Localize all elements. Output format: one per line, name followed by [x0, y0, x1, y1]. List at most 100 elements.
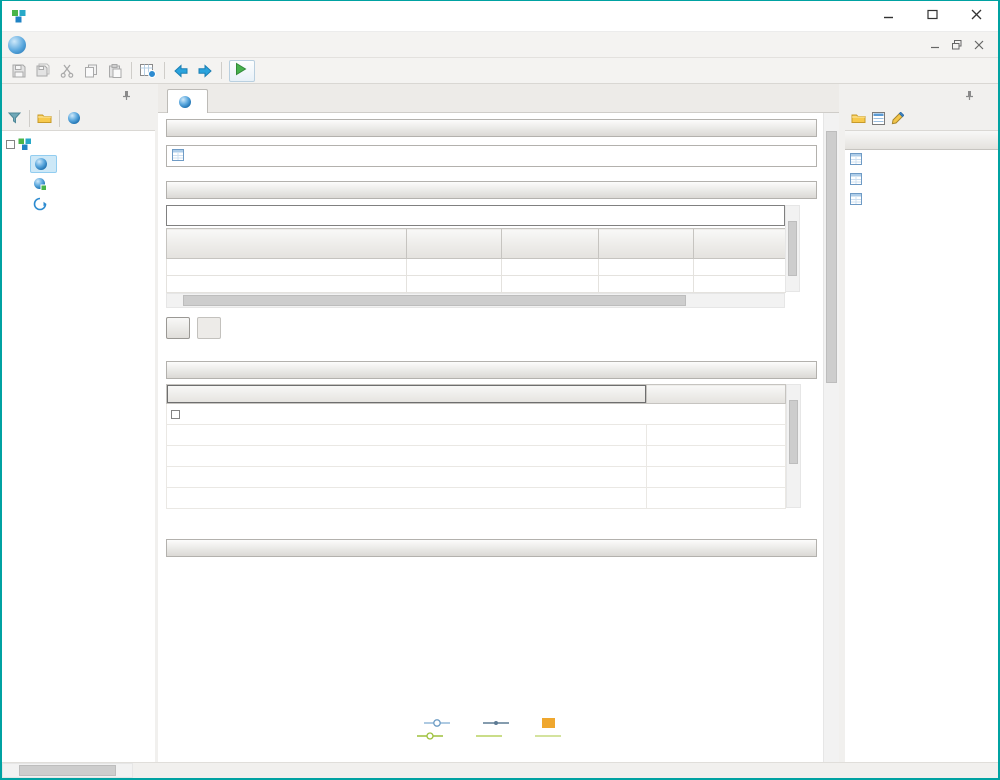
coefficients-vscrollbar[interactable] — [785, 205, 800, 292]
scenario-item-conservative[interactable] — [845, 170, 998, 190]
coef-name — [167, 259, 407, 276]
column-header[interactable] — [599, 229, 694, 259]
panel-close-icon[interactable] — [977, 87, 993, 103]
scenario-item-optimistic[interactable] — [845, 190, 998, 210]
app-menu-icon[interactable] — [8, 36, 26, 54]
scroll-thumb[interactable] — [789, 400, 798, 464]
title-bar[interactable] — [2, 1, 998, 32]
reset-coefficients-button[interactable] — [197, 317, 221, 339]
folder-button[interactable] — [34, 108, 55, 129]
table-row[interactable] — [167, 276, 786, 293]
close-button[interactable] — [954, 1, 998, 31]
list-view-icon — [872, 112, 885, 125]
scroll-right-button[interactable] — [768, 294, 784, 307]
save-all-button[interactable] — [31, 60, 55, 82]
scroll-left-button[interactable] — [167, 294, 183, 307]
menu-analysis[interactable] — [122, 34, 140, 56]
scroll-down-button[interactable] — [786, 277, 799, 291]
scroll-down-button[interactable] — [787, 493, 800, 507]
column-header[interactable] — [167, 385, 647, 404]
scenario-edit-button[interactable] — [888, 108, 907, 129]
green-line-circle-swatch — [417, 731, 443, 741]
tree-item-model[interactable] — [2, 154, 155, 174]
paste-button[interactable] — [103, 60, 127, 82]
scroll-thumb[interactable] — [183, 295, 686, 306]
coef-tstat — [599, 259, 694, 276]
menu-model[interactable] — [104, 34, 122, 56]
section-charts — [166, 539, 817, 741]
table-row[interactable] — [167, 488, 786, 509]
forward-button[interactable] — [193, 60, 217, 82]
column-header[interactable] — [502, 229, 599, 259]
menu-help[interactable] — [176, 34, 194, 56]
scroll-track[interactable] — [19, 764, 116, 777]
section-statistics-header[interactable] — [166, 361, 817, 379]
scenario-combobox[interactable] — [166, 145, 817, 167]
tree-root-transformations[interactable] — [2, 134, 155, 154]
table-row[interactable] — [167, 425, 786, 446]
content-vscrollbar[interactable] — [823, 113, 839, 762]
column-header[interactable] — [167, 229, 407, 259]
pin-icon[interactable] — [118, 87, 134, 103]
tree-item-modeling-task[interactable] — [2, 194, 155, 214]
section-charts-header[interactable] — [166, 539, 817, 557]
scroll-thumb[interactable] — [788, 221, 797, 276]
funnel-icon — [8, 112, 21, 124]
scroll-thumb[interactable] — [19, 765, 116, 776]
save-button[interactable] — [7, 60, 31, 82]
group-collapse-icon[interactable] — [171, 410, 180, 419]
statistics-vscrollbar[interactable] — [786, 384, 801, 508]
mdi-close-button[interactable] — [968, 36, 990, 54]
column-header[interactable] — [694, 229, 786, 259]
panel-close-icon[interactable] — [134, 87, 150, 103]
tree-item-metamodel[interactable] — [2, 174, 155, 194]
scroll-track[interactable] — [786, 220, 799, 277]
tab-model[interactable] — [167, 89, 208, 113]
menu-window[interactable] — [158, 34, 176, 56]
mdi-minimize-button[interactable] — [924, 36, 946, 54]
column-header[interactable] — [647, 385, 786, 404]
cut-button[interactable] — [55, 60, 79, 82]
scenario-folder-button[interactable] — [848, 108, 869, 129]
section-equation-header[interactable] — [166, 181, 817, 199]
tree-collapse-icon[interactable] — [6, 140, 15, 149]
table-row[interactable] — [167, 446, 786, 467]
scenario-list-button[interactable] — [869, 108, 888, 129]
menu-service[interactable] — [140, 34, 158, 56]
menu-view[interactable] — [68, 34, 86, 56]
scenario-delete-button[interactable] — [907, 108, 913, 129]
scroll-thumb[interactable] — [826, 131, 837, 383]
column-header[interactable] — [407, 229, 502, 259]
objects-hscrollbar[interactable] — [2, 763, 133, 778]
table-row[interactable] — [167, 467, 786, 488]
scenario-item-base[interactable] — [845, 150, 998, 170]
table-row[interactable] — [167, 404, 786, 425]
back-button[interactable] — [169, 60, 193, 82]
copy-button[interactable] — [79, 60, 103, 82]
model-type-button[interactable] — [64, 108, 85, 129]
scroll-up-button[interactable] — [824, 113, 839, 129]
coefficients-hscrollbar[interactable] — [166, 293, 785, 308]
scroll-up-button[interactable] — [787, 385, 800, 399]
maximize-button[interactable] — [910, 1, 954, 31]
scroll-track[interactable] — [183, 294, 768, 307]
run-calculation-button[interactable] — [229, 60, 255, 82]
minimize-button[interactable] — [866, 1, 910, 31]
menu-object[interactable] — [86, 34, 104, 56]
save-coefficients-button[interactable] — [166, 317, 190, 339]
scenarios-column-header[interactable] — [845, 131, 998, 150]
menu-container[interactable] — [32, 34, 50, 56]
menu-edit[interactable] — [50, 34, 68, 56]
scroll-down-button[interactable] — [824, 746, 839, 762]
scroll-track[interactable] — [787, 399, 800, 493]
scroll-up-button[interactable] — [786, 206, 799, 220]
scroll-right-button[interactable] — [116, 764, 132, 777]
mdi-restore-button[interactable] — [946, 36, 968, 54]
filter-button[interactable] — [5, 108, 25, 129]
scroll-left-button[interactable] — [3, 764, 19, 777]
section-results-header[interactable] — [166, 119, 817, 137]
equation-editor-button[interactable] — [136, 60, 160, 82]
table-row[interactable] — [167, 259, 786, 276]
pin-icon[interactable] — [961, 87, 977, 103]
scroll-track[interactable] — [824, 129, 839, 746]
